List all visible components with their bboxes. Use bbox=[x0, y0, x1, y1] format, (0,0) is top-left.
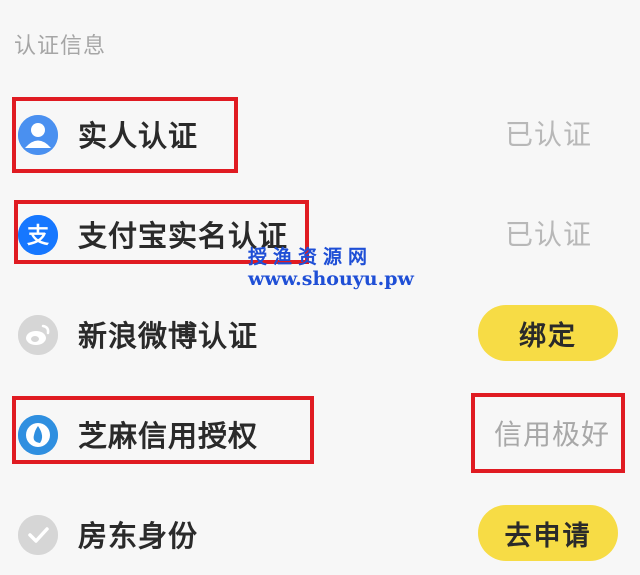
list-item-landlord-identity[interactable]: 房东身份 去申请 bbox=[0, 495, 640, 575]
watermark-title: 授渔资源网 bbox=[248, 246, 374, 268]
row-label: 新浪微博认证 bbox=[78, 319, 259, 353]
check-shield-icon bbox=[18, 515, 58, 555]
watermark-url: www.shouyu.pw bbox=[248, 268, 414, 290]
highlight-box-credit-status bbox=[471, 393, 625, 473]
highlight-box-real-person bbox=[12, 97, 238, 173]
weibo-icon bbox=[18, 315, 58, 355]
apply-button[interactable]: 去申请 bbox=[478, 505, 618, 561]
bind-button[interactable]: 绑定 bbox=[478, 305, 618, 361]
status-verified: 已认证 bbox=[504, 118, 592, 151]
list-item-weibo-verification[interactable]: 新浪微博认证 绑定 bbox=[0, 295, 640, 375]
highlight-box-sesame bbox=[12, 396, 314, 464]
status-verified: 已认证 bbox=[504, 218, 592, 251]
section-title: 认证信息 bbox=[14, 34, 107, 59]
row-label: 房东身份 bbox=[78, 519, 199, 553]
